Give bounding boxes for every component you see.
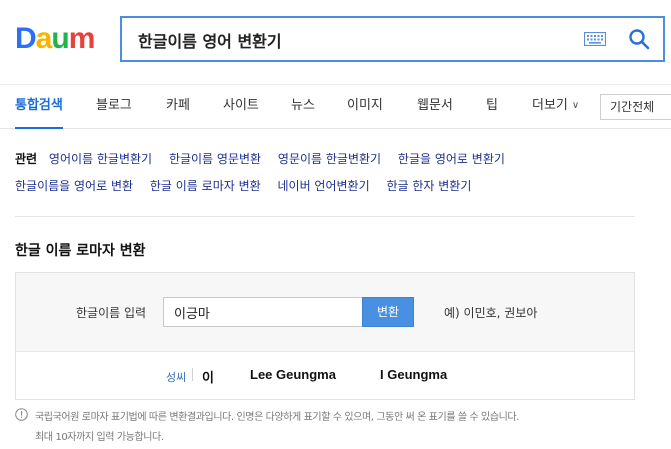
section-title: 한글 이름 로마자 변환 <box>15 243 146 259</box>
search-icon[interactable] <box>628 28 650 50</box>
romanization-converter: 한글이름 입력 변환 예) 이민호, 권보아 성씨 이 Lee Geungma … <box>15 272 635 400</box>
result-surname-label: 성씨 <box>166 371 187 384</box>
tab-news[interactable]: 뉴스 <box>291 85 315 129</box>
tab-more-label: 더보기 <box>532 98 568 113</box>
tab-image[interactable]: 이미지 <box>347 85 383 129</box>
name-input-label: 한글이름 입력 <box>76 306 147 320</box>
search-tabs: 통합검색 블로그 카페 사이트 뉴스 이미지 웹문서 팁 더보기 ∨ 기간전체 <box>0 84 671 129</box>
converter-input-area: 한글이름 입력 변환 예) 이민호, 권보아 <box>16 273 634 352</box>
daum-logo[interactable]: Daum <box>15 22 95 56</box>
tab-cafe[interactable]: 카페 <box>166 85 190 129</box>
result-separator <box>192 368 193 381</box>
notice-text: 최대 10자까지 입력 가능합니다. <box>35 432 164 443</box>
chevron-down-icon: ∨ <box>571 100 580 111</box>
related-link[interactable]: 한글 한자 변환기 <box>386 179 471 193</box>
keyboard-icon[interactable] <box>584 32 606 46</box>
related-link[interactable]: 네이버 언어변환기 <box>278 179 370 193</box>
result-romanized-2: I Geungma <box>380 367 448 382</box>
tab-web[interactable]: 웹문서 <box>417 85 453 129</box>
related-link[interactable]: 영문이름 한글변환기 <box>278 152 381 166</box>
tab-tip[interactable]: 팁 <box>486 85 498 129</box>
search-box <box>120 16 665 62</box>
tab-more[interactable]: 더보기 ∨ <box>532 85 579 129</box>
notice-text: 국립국어원 로마자 표기법에 따른 변환결과입니다. 인명은 다양하게 표기할 … <box>35 412 519 423</box>
convert-button[interactable]: 변환 <box>362 297 414 327</box>
result-romanized-1: Lee Geungma <box>250 367 336 382</box>
related-link[interactable]: 한글이름을 영어로 변환 <box>15 179 133 193</box>
related-link[interactable]: 한글 이름 로마자 변환 <box>150 179 261 193</box>
related-label: 관련 <box>15 152 38 166</box>
search-input[interactable] <box>136 26 560 54</box>
related-link[interactable]: 한글이름 영문변환 <box>169 152 261 166</box>
divider <box>15 216 635 217</box>
period-select[interactable]: 기간전체 <box>600 94 671 120</box>
example-text: 예) 이민호, 권보아 <box>444 306 538 320</box>
result-surname-hangul: 이 <box>202 371 214 386</box>
tab-blog[interactable]: 블로그 <box>96 85 132 129</box>
name-input[interactable] <box>163 297 363 327</box>
tab-site[interactable]: 사이트 <box>223 85 259 129</box>
info-icon <box>15 408 28 421</box>
related-link[interactable]: 영어이름 한글변환기 <box>49 152 152 166</box>
related-row: 한글이름을 영어로 변환 한글 이름 로마자 변환 네이버 언어변환기 한글 한… <box>15 177 484 195</box>
tab-all[interactable]: 통합검색 <box>15 85 63 129</box>
related-link[interactable]: 한글을 영어로 변환기 <box>398 152 505 166</box>
related-row: 관련 영어이름 한글변환기 한글이름 영문변환 영문이름 한글변환기 한글을 영… <box>15 150 518 168</box>
header: Daum <box>0 0 671 84</box>
